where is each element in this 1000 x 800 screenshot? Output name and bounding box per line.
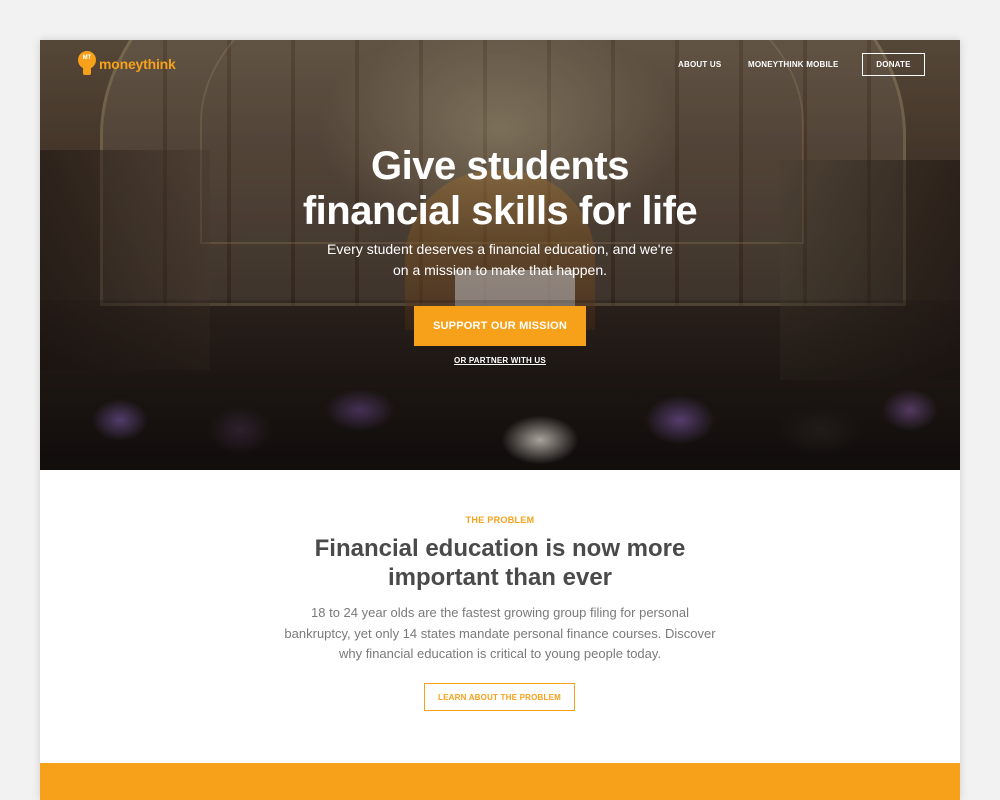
hero-title: Give students financial skills for life — [200, 144, 800, 234]
hero-title-line2: financial skills for life — [302, 189, 698, 233]
problem-title-line1: Financial education is now more — [314, 535, 686, 562]
partner-with-us-link[interactable]: OR PARTNER WITH US — [454, 356, 546, 365]
problem-title: Financial education is now more important… — [260, 534, 740, 592]
learn-about-the-problem-button[interactable]: LEARN ABOUT THE PROBLEM — [424, 683, 575, 711]
partner-link-wrapper: OR PARTNER WITH US — [400, 356, 600, 365]
hero-title-line1: Give students — [370, 144, 630, 188]
problem-body-line1: 18 to 24 year olds are the fastest growi… — [311, 605, 689, 620]
donate-button[interactable]: DONATE — [862, 53, 925, 76]
problem-body-line2: bankruptcy, yet only 14 states mandate p… — [284, 625, 716, 641]
next-section-band — [40, 763, 960, 800]
logo[interactable]: MT moneythink — [78, 51, 176, 77]
top-nav: MT moneythink ABOUT US MONEYTHINK MOBILE… — [40, 40, 960, 100]
hero-section: MT moneythink ABOUT US MONEYTHINK MOBILE… — [40, 40, 960, 470]
problem-body-line3: why financial education is critical to y… — [338, 646, 662, 661]
support-our-mission-button[interactable]: SUPPORT OUR MISSION — [414, 306, 586, 346]
hero-subtitle-line2: on a mission to make that happen. — [392, 262, 608, 278]
hero-subtitle-line1: Every student deserves a financial educa… — [327, 241, 673, 257]
logo-icon-text: MT — [82, 55, 92, 61]
logo-text: moneythink — [99, 56, 176, 72]
problem-body: 18 to 24 year olds are the fastest growi… — [275, 603, 725, 665]
page: MT moneythink ABOUT US MONEYTHINK MOBILE… — [40, 40, 960, 800]
lightbulb-icon: MT — [78, 51, 96, 77]
hero-subtitle: Every student deserves a financial educa… — [310, 239, 690, 281]
nav-moneythink-mobile[interactable]: MONEYTHINK MOBILE — [748, 60, 839, 69]
nav-about-us[interactable]: ABOUT US — [678, 60, 721, 69]
problem-eyebrow: THE PROBLEM — [465, 515, 535, 525]
problem-title-line2: important than ever — [387, 564, 613, 591]
